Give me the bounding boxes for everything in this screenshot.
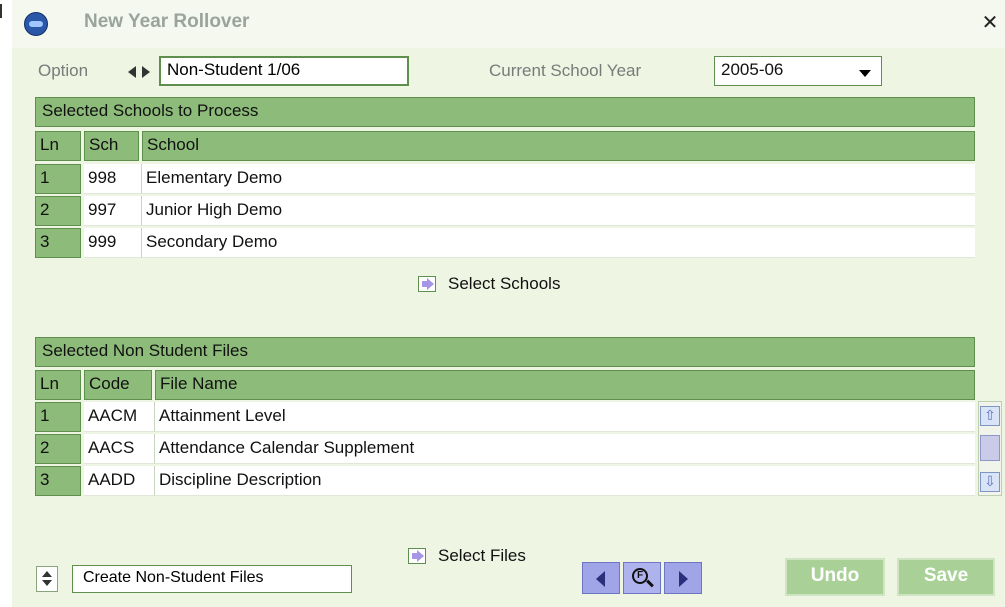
row-ln[interactable]: 2 [35, 196, 81, 226]
find-record-button[interactable]: F [623, 562, 661, 594]
window-title: New Year Rollover [84, 11, 250, 32]
arrow-right-icon [408, 548, 426, 564]
title-bar: New Year Rollover ✕ [12, 0, 1005, 48]
arrow-down-icon[interactable]: ⇩ [980, 472, 1000, 492]
files-section-header: Selected Non Student Files [35, 337, 975, 367]
table-cell-sch[interactable]: 997 [84, 196, 142, 226]
select-schools-label: Select Schools [448, 274, 561, 293]
scrollbar-thumb[interactable] [980, 435, 1000, 461]
table-cell-school[interactable]: Junior High Demo [142, 196, 975, 226]
table-cell-code[interactable]: AACM [84, 402, 155, 432]
col-header-ln: Ln [35, 131, 81, 161]
table-cell-code[interactable]: AACS [84, 434, 155, 464]
table-cell-file-name[interactable]: Discipline Description [155, 466, 975, 496]
row-ln[interactable]: 1 [35, 402, 81, 432]
school-year-value: 2005-06 [721, 60, 784, 79]
option-arrows-icon[interactable] [128, 64, 154, 80]
files-scrollbar[interactable]: ⇧ ⇩ [978, 401, 1002, 496]
select-schools-button[interactable]: Select Schools [418, 274, 560, 294]
arrow-right-icon [418, 276, 436, 292]
row-ln[interactable]: 3 [35, 466, 81, 496]
close-icon[interactable]: ✕ [980, 12, 1000, 32]
col-header-school: School [142, 131, 975, 161]
col-header-code: Code [84, 370, 152, 400]
col-header-file-name: File Name [155, 370, 975, 400]
magnifier-handle [646, 579, 654, 588]
previous-record-button[interactable] [582, 562, 620, 594]
table-cell-file-name[interactable]: Attendance Calendar Supplement [155, 434, 975, 464]
arrow-up-icon[interactable]: ⇧ [980, 406, 1000, 426]
mode-spinner-icon[interactable] [36, 566, 58, 592]
chevron-down-icon [859, 70, 871, 77]
schools-section-header: Selected Schools to Process [35, 97, 975, 127]
table-cell-school[interactable]: Elementary Demo [142, 164, 975, 194]
row-ln[interactable]: 1 [35, 164, 81, 194]
mode-field[interactable]: Create Non-Student Files [72, 565, 352, 593]
table-cell-sch[interactable]: 999 [84, 228, 142, 258]
row-ln[interactable]: 3 [35, 228, 81, 258]
new-year-rollover-window: New Year Rollover ✕ Option Non-Student 1… [12, 0, 1005, 607]
table-cell-file-name[interactable]: Attainment Level [155, 402, 975, 432]
school-year-label: Current School Year [489, 61, 642, 80]
select-files-label: Select Files [438, 546, 526, 565]
table-cell-school[interactable]: Secondary Demo [142, 228, 975, 258]
table-cell-sch[interactable]: 998 [84, 164, 142, 194]
left-edge-mark [0, 4, 2, 18]
row-ln[interactable]: 2 [35, 434, 81, 464]
table-cell-code[interactable]: AADD [84, 466, 155, 496]
option-field[interactable]: Non-Student 1/06 [159, 56, 409, 86]
select-files-button[interactable]: Select Files [408, 546, 526, 566]
col-header-ln: Ln [35, 370, 81, 400]
save-button[interactable]: Save [897, 558, 995, 596]
school-year-select[interactable]: 2005-06 [714, 56, 882, 86]
undo-button[interactable]: Undo [785, 558, 885, 596]
app-logo-icon [24, 12, 48, 36]
option-label: Option [38, 61, 89, 80]
next-record-button[interactable] [664, 562, 702, 594]
col-header-sch: Sch [84, 131, 139, 161]
